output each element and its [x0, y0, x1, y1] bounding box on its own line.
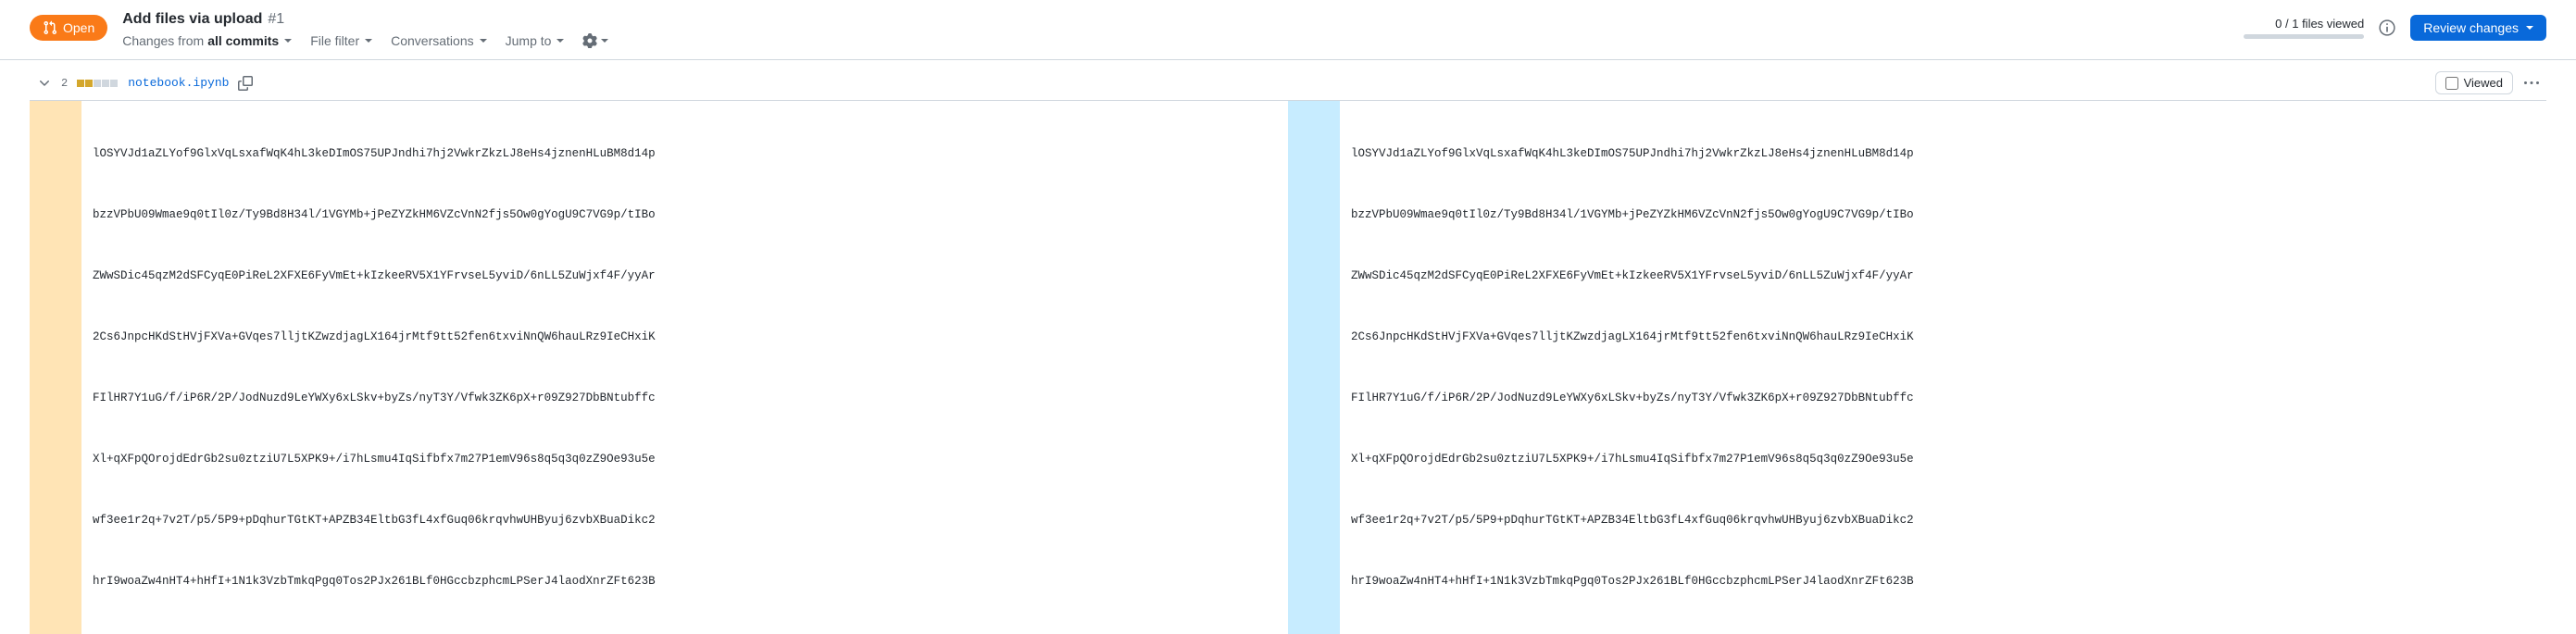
- header-right: 0 / 1 files viewed Review changes: [2244, 15, 2546, 41]
- caret-icon: [480, 39, 487, 43]
- file-filter-label: File filter: [310, 33, 359, 48]
- git-pull-request-icon: [43, 20, 57, 35]
- caret-icon: [601, 39, 608, 43]
- kebab-icon[interactable]: [2524, 76, 2539, 91]
- file-filter-dropdown[interactable]: File filter: [310, 33, 372, 48]
- code-line: 2Cs6JnpcHKdStHVjFXVa+GVqes7lljtKZwzdjagL…: [93, 327, 1277, 347]
- state-badge: Open: [30, 15, 107, 41]
- code-line: ZWwSDic45qzM2dSFCyqE0PiReL2XFXE6FyVmEt+k…: [93, 266, 1277, 286]
- code-line: lOSYVJd1aZLYof9GlxVqLsxafWqK4hL3keDImOS7…: [93, 143, 1277, 164]
- diff-right: lOSYVJd1aZLYof9GlxVqLsxafWqK4hL3keDImOS7…: [1288, 101, 2546, 634]
- code-line: lOSYVJd1aZLYof9GlxVqLsxafWqK4hL3keDImOS7…: [1351, 143, 2535, 164]
- toolbar: Changes from all commits File filter Con…: [122, 33, 2229, 48]
- progress-bar: [2244, 34, 2364, 39]
- files-viewed-text: 0 / 1 files viewed: [2244, 17, 2364, 31]
- code-right: lOSYVJd1aZLYof9GlxVqLsxafWqK4hL3keDImOS7…: [1340, 101, 2546, 634]
- changes-bold: all commits: [207, 33, 279, 48]
- diff-square-neutral: [102, 80, 109, 87]
- diff-square-modified: [85, 80, 93, 87]
- code-line: hrI9woaZw4nHT4+hHfI+1N1k3VzbTmkqPgq0Tos2…: [1351, 571, 2535, 591]
- files-viewed-block: 0 / 1 files viewed: [2244, 17, 2364, 39]
- code-line: FIlHR7Y1uG/f/iP6R/2P/JodNuzd9LeYWXy6xLSk…: [93, 388, 1277, 408]
- diff-square-neutral: [94, 80, 101, 87]
- viewed-label: Viewed: [2464, 76, 2503, 90]
- code-left: lOSYVJd1aZLYof9GlxVqLsxafWqK4hL3keDImOS7…: [81, 101, 1288, 634]
- code-line: ZWwSDic45qzM2dSFCyqE0PiReL2XFXE6FyVmEt+k…: [1351, 266, 2535, 286]
- changes-from-dropdown[interactable]: Changes from all commits: [122, 33, 292, 48]
- pr-title: Add files via upload: [122, 11, 262, 28]
- info-icon[interactable]: [2379, 19, 2395, 36]
- code-line: 2Cs6JnpcHKdStHVjFXVa+GVqes7lljtKZwzdjagL…: [1351, 327, 2535, 347]
- diff-square-modified: [77, 80, 84, 87]
- code-line: bzzVPbU09Wmae9q0tIl0z/Ty9Bd8H34l/1VGYMb+…: [1351, 205, 2535, 225]
- diff-count: 2: [61, 77, 68, 90]
- code-line: wf3ee1r2q+7v2T/p5/5P9+pDqhurTGtKT+APZB34…: [1351, 510, 2535, 530]
- diff-body: lOSYVJd1aZLYof9GlxVqLsxafWqK4hL3keDImOS7…: [30, 100, 2546, 634]
- copy-path-icon[interactable]: [238, 76, 253, 91]
- state-label: Open: [63, 20, 94, 35]
- gutter-deleted: [30, 101, 81, 634]
- file-header-right: Viewed: [2435, 71, 2539, 94]
- diff-left: lOSYVJd1aZLYof9GlxVqLsxafWqK4hL3keDImOS7…: [30, 101, 1288, 634]
- conversations-dropdown[interactable]: Conversations: [391, 33, 487, 48]
- title-area: Add files via upload #1 Changes from all…: [122, 11, 2229, 48]
- code-line: Xl+qXFpQOrojdEdrGb2su0ztziU7L5XPK9+/i7hL…: [1351, 449, 2535, 469]
- code-line: bzzVPbU09Wmae9q0tIl0z/Ty9Bd8H34l/1VGYMb+…: [93, 205, 1277, 225]
- review-button-label: Review changes: [2423, 20, 2519, 35]
- diff-settings-dropdown[interactable]: [582, 33, 608, 48]
- caret-icon: [2526, 26, 2533, 30]
- caret-icon: [556, 39, 564, 43]
- diff-square-neutral: [110, 80, 118, 87]
- conversations-label: Conversations: [391, 33, 474, 48]
- viewed-checkbox[interactable]: [2445, 77, 2458, 90]
- gear-icon: [582, 33, 597, 48]
- caret-icon: [365, 39, 372, 43]
- jump-to-label: Jump to: [506, 33, 552, 48]
- pr-number: #1: [268, 11, 284, 28]
- code-line: wf3ee1r2q+7v2T/p5/5P9+pDqhurTGtKT+APZB34…: [93, 510, 1277, 530]
- code-line: FIlHR7Y1uG/f/iP6R/2P/JodNuzd9LeYWXy6xLSk…: [1351, 388, 2535, 408]
- caret-icon: [284, 39, 292, 43]
- pr-title-row: Add files via upload #1: [122, 11, 2229, 28]
- file-header: 2 notebook.ipynb Viewed: [30, 66, 2546, 100]
- jump-to-dropdown[interactable]: Jump to: [506, 33, 565, 48]
- file-block: 2 notebook.ipynb Viewed lOSYVJd1aZLY: [0, 66, 2576, 634]
- file-name-link[interactable]: notebook.ipynb: [128, 76, 229, 90]
- review-changes-button[interactable]: Review changes: [2410, 15, 2546, 41]
- viewed-toggle[interactable]: Viewed: [2435, 71, 2513, 94]
- code-line: hrI9woaZw4nHT4+hHfI+1N1k3VzbTmkqPgq0Tos2…: [93, 571, 1277, 591]
- changes-prefix: Changes from: [122, 33, 204, 48]
- diff-stat-squares: [77, 80, 119, 87]
- chevron-down-icon[interactable]: [37, 76, 52, 91]
- code-line: Xl+qXFpQOrojdEdrGb2su0ztziU7L5XPK9+/i7hL…: [93, 449, 1277, 469]
- gutter-added: [1288, 101, 1340, 634]
- pr-header: Open Add files via upload #1 Changes fro…: [0, 0, 2576, 60]
